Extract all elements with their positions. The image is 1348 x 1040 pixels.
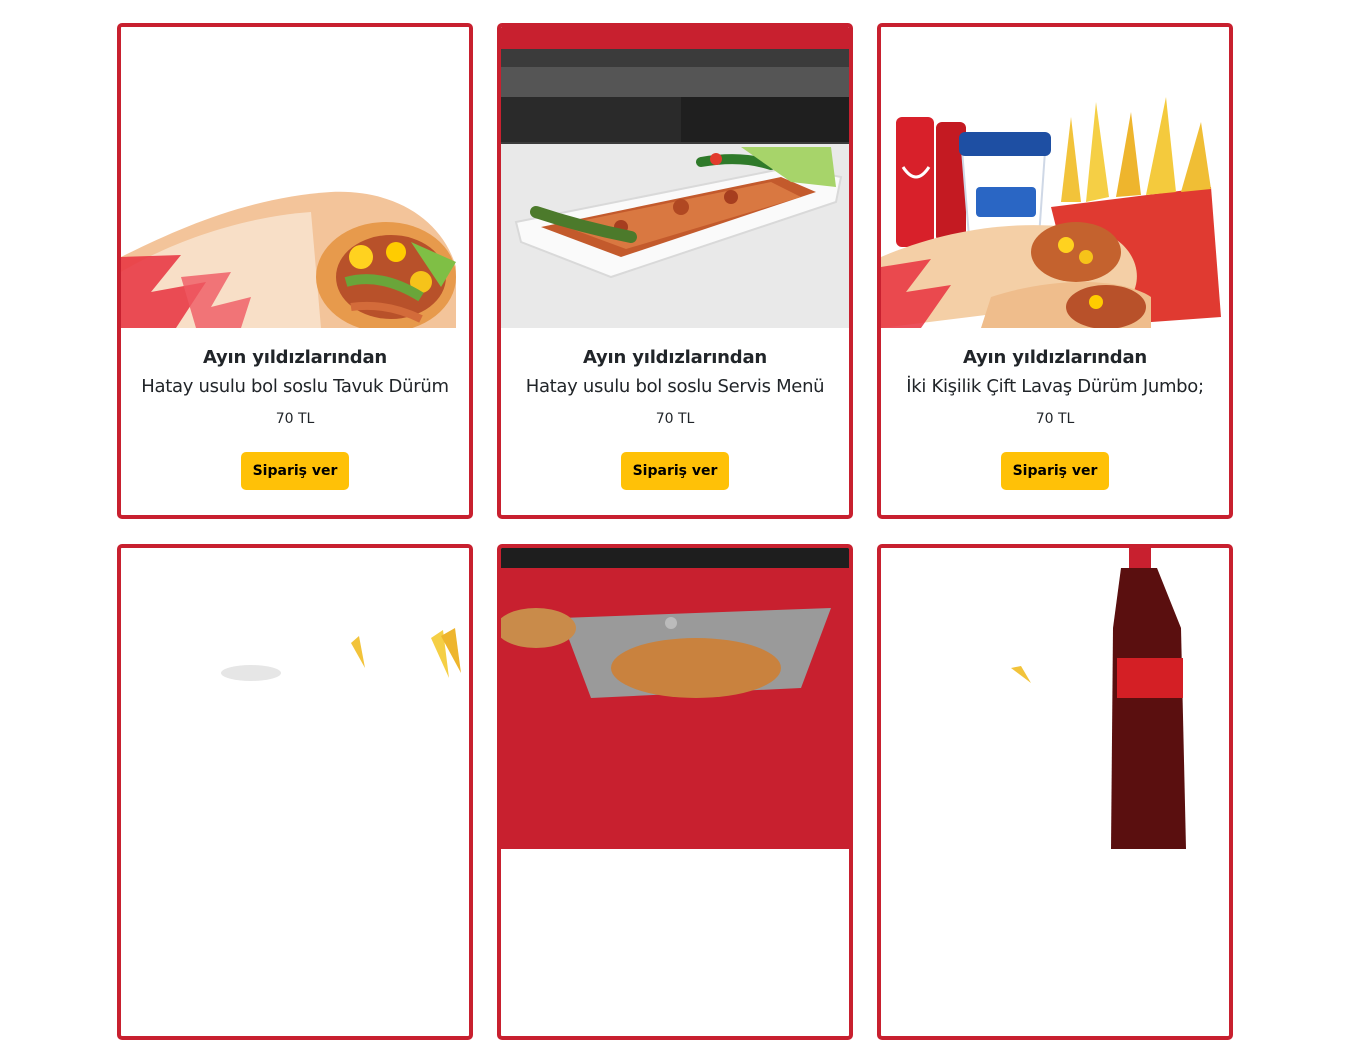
- card-title: Ayın yıldızlarından: [582, 347, 768, 368]
- tavuk-durum-image: [121, 27, 469, 328]
- product-image: [501, 548, 849, 849]
- product-image: [881, 548, 1229, 849]
- cift-lavas-durum-image: [881, 27, 1229, 328]
- card-description: Hatay usulu bol soslu Servis Menü: [525, 376, 825, 397]
- product-card: Ayın yıldızlarından Hatay usulu bol sosl…: [497, 23, 853, 519]
- card-description: Hatay usulu bol soslu Tavuk Dürüm: [141, 376, 449, 397]
- product-card: [117, 544, 473, 1040]
- card-price: 70 TL: [1035, 411, 1075, 427]
- servis-menu-image: [501, 27, 849, 328]
- card-description: İki Kişilik Çift Lavaş Dürüm Jumbo;: [906, 376, 1204, 397]
- product-card: Ayın yıldızlarından İki Kişilik Çift Lav…: [877, 23, 1233, 519]
- product-card: Ayın yıldızlarından Hatay usulu bol sosl…: [117, 23, 473, 519]
- product-card: [877, 544, 1233, 1040]
- order-button[interactable]: Sipariş ver: [240, 452, 350, 490]
- product-image: [121, 548, 469, 849]
- card-title: Ayın yıldızlarından: [202, 347, 388, 368]
- card-price: 70 TL: [655, 411, 695, 427]
- order-button[interactable]: Sipariş ver: [1000, 452, 1110, 490]
- product-grid: Ayın yıldızlarından Hatay usulu bol sosl…: [117, 23, 1233, 1040]
- product-card: [497, 544, 853, 1040]
- card-title: Ayın yıldızlarından: [962, 347, 1148, 368]
- order-button[interactable]: Sipariş ver: [620, 452, 730, 490]
- card-price: 70 TL: [275, 411, 315, 427]
